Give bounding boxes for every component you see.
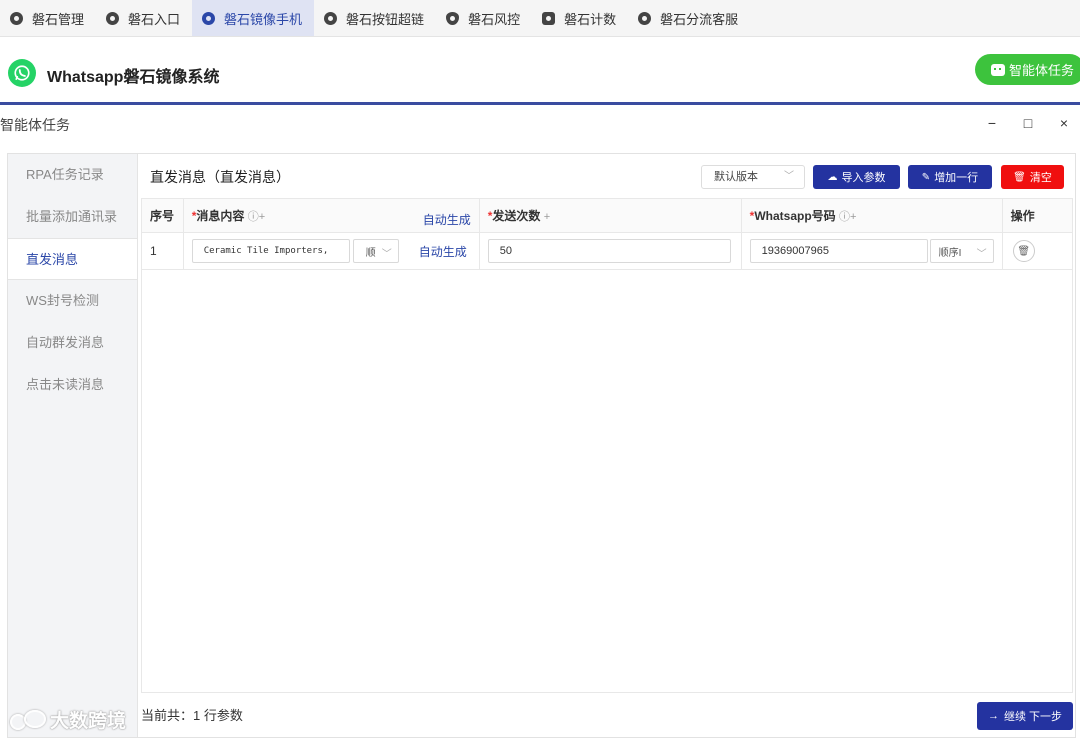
- add-row-button[interactable]: ✎ 增加一行: [908, 165, 992, 189]
- agent-task-button[interactable]: 智能体任务: [975, 54, 1080, 85]
- row-count-text: 当前共：1 行参数: [141, 708, 243, 723]
- nav-tab-label: 磐石计数: [564, 11, 617, 27]
- auto-generate-link[interactable]: 自动生成: [419, 243, 467, 260]
- clear-button[interactable]: 🗑 清空: [1001, 165, 1064, 189]
- edit-icon: ✎: [921, 171, 931, 183]
- sidebar-item-click-unread[interactable]: 点击未读消息: [8, 364, 137, 406]
- window-title: 智能体任务: [0, 117, 70, 133]
- nav-tab-counter[interactable]: 磐石计数: [532, 0, 628, 36]
- version-select-value: 默认版本: [714, 171, 758, 183]
- sidebar-item-auto-broadcast[interactable]: 自动群发消息: [8, 322, 137, 364]
- close-button[interactable]: ×: [1055, 114, 1073, 132]
- phone-input[interactable]: 19369007965: [749, 239, 928, 263]
- app-header: Whatsapp磐石镜像系统 智能体任务: [0, 37, 1080, 105]
- message-input[interactable]: Ceramic Tile Importers,: [191, 239, 350, 263]
- params-table: 序号 *消息内容 ⓘ+ 自动生成 *发送次数 + *Whatsapp号码 ⓘ+ …: [141, 198, 1074, 270]
- watermark-logo-icon: [10, 709, 46, 730]
- nav-tab-label: 磐石镜像手机: [224, 11, 303, 27]
- window-bar: 智能体任务 − □ ×: [0, 108, 1080, 138]
- header-count-label: 发送次数: [492, 209, 541, 223]
- message-cell: Ceramic Tile Importers, 顺 ﹀ 自动生成: [182, 232, 480, 270]
- count-cell: 50: [478, 232, 742, 270]
- header-phone-label: Whatsapp号码: [754, 209, 836, 223]
- message-order-select[interactable]: 顺 ﹀: [352, 239, 399, 263]
- compass-icon: [324, 11, 338, 25]
- action-cell: 🗑: [1001, 232, 1074, 270]
- chevron-down-icon: ﹀: [784, 171, 794, 182]
- send-count-input[interactable]: 50: [487, 239, 731, 263]
- nav-tab-label: 磐石分流客服: [660, 11, 739, 27]
- main-panel: RPA任务记录 批量添加通讯录 直发消息 WS封号检测 自动群发消息 点击未读消…: [7, 153, 1076, 738]
- clear-label: 清空: [1029, 172, 1052, 184]
- phone-cell: 19369007965 顺序I ﹀: [740, 232, 1003, 270]
- table-row: 1 Ceramic Tile Importers, 顺 ﹀ 自动生成 50 19…: [141, 232, 1074, 270]
- nav-tab-label: 磐石按钮超链: [346, 11, 425, 27]
- add-icon[interactable]: +: [544, 211, 550, 223]
- header-action: 操作: [1001, 198, 1074, 233]
- row-index: 1: [141, 232, 184, 270]
- sidebar-item-rpa-records[interactable]: RPA任务记录: [8, 154, 137, 196]
- nav-tab-customer-service[interactable]: 磐石分流客服: [628, 0, 750, 36]
- header-message: *消息内容 ⓘ+ 自动生成: [182, 198, 480, 233]
- nav-tab-entry[interactable]: 磐石入口: [96, 0, 192, 36]
- robot-icon: [991, 63, 1005, 76]
- table-container: [141, 198, 1073, 693]
- sidebar-item-ban-check[interactable]: WS封号检测: [8, 280, 137, 322]
- add-row-label: 增加一行: [934, 172, 979, 184]
- content-area: 直发消息（直发消息） 默认版本 ﹀ ☁ 导入参数 ✎ 增加一行 🗑 清空 序号: [139, 154, 1075, 737]
- nav-tab-label: 磐石入口: [128, 11, 181, 27]
- cloud-upload-icon: ☁: [827, 171, 838, 183]
- nav-tab-risk-control[interactable]: 磐石风控: [436, 0, 532, 36]
- watermark: 大数跨境: [10, 706, 126, 733]
- nav-tab-management[interactable]: 磐石管理: [0, 0, 96, 36]
- header-index: 序号: [141, 198, 184, 233]
- chevron-down-icon: ﹀: [381, 249, 392, 260]
- auto-generate-link[interactable]: 自动生成: [423, 211, 471, 228]
- nav-tab-label: 磐石管理: [32, 11, 85, 27]
- agent-task-label: 智能体任务: [1009, 63, 1075, 78]
- header-send-count: *发送次数 +: [478, 198, 742, 233]
- sidebar: RPA任务记录 批量添加通讯录 直发消息 WS封号检测 自动群发消息 点击未读消…: [8, 154, 138, 737]
- section-title: 直发消息（直发消息）: [150, 169, 290, 185]
- import-params-button[interactable]: ☁ 导入参数: [813, 165, 900, 189]
- app-title: Whatsapp磐石镜像系统: [47, 69, 220, 86]
- gear-icon: [202, 11, 216, 25]
- header-message-label: 消息内容: [196, 209, 245, 223]
- next-step-button[interactable]: → 继续 下一步: [977, 702, 1073, 730]
- nav-tab-button-link[interactable]: 磐石按钮超链: [314, 0, 436, 36]
- gear-icon: [10, 11, 23, 25]
- version-select[interactable]: 默认版本 ﹀: [701, 165, 805, 189]
- delete-row-button[interactable]: 🗑: [1012, 240, 1035, 262]
- trash-icon: 🗑: [1017, 245, 1031, 257]
- message-order-value: 顺: [365, 247, 376, 259]
- sidebar-item-direct-message[interactable]: 直发消息: [8, 238, 137, 280]
- header-phone: *Whatsapp号码 ⓘ+: [740, 198, 1003, 233]
- top-nav: 磐石管理 磐石入口 磐石镜像手机 磐石按钮超链 磐石风控 磐石计数 磐石分流客服: [0, 0, 1080, 37]
- nav-tab-mirror-phone[interactable]: 磐石镜像手机: [192, 0, 315, 36]
- shield-icon: [446, 11, 460, 25]
- import-params-label: 导入参数: [841, 172, 886, 184]
- chevron-down-icon: ﹀: [976, 249, 987, 260]
- chart-icon: [542, 11, 556, 25]
- compass-icon: [106, 11, 120, 25]
- table-header-row: 序号 *消息内容 ⓘ+ 自动生成 *发送次数 + *Whatsapp号码 ⓘ+ …: [141, 198, 1074, 233]
- arrow-right-icon: →: [987, 710, 999, 722]
- phone-order-select[interactable]: 顺序I ﹀: [929, 239, 994, 263]
- whatsapp-icon: [8, 59, 36, 87]
- info-add-icon[interactable]: ⓘ+: [248, 211, 265, 223]
- minimize-button[interactable]: −: [983, 114, 1001, 132]
- maximize-button[interactable]: □: [1019, 114, 1037, 132]
- trash-icon: 🗑: [1013, 171, 1026, 183]
- compass-icon: [638, 11, 652, 25]
- next-step-label: 继续 下一步: [1003, 711, 1063, 723]
- watermark-text: 大数跨境: [50, 711, 127, 732]
- phone-order-value: 顺序I: [938, 247, 962, 259]
- sidebar-item-batch-contacts[interactable]: 批量添加通讯录: [8, 196, 137, 238]
- nav-tab-label: 磐石风控: [468, 11, 521, 27]
- info-add-icon[interactable]: ⓘ+: [839, 211, 856, 223]
